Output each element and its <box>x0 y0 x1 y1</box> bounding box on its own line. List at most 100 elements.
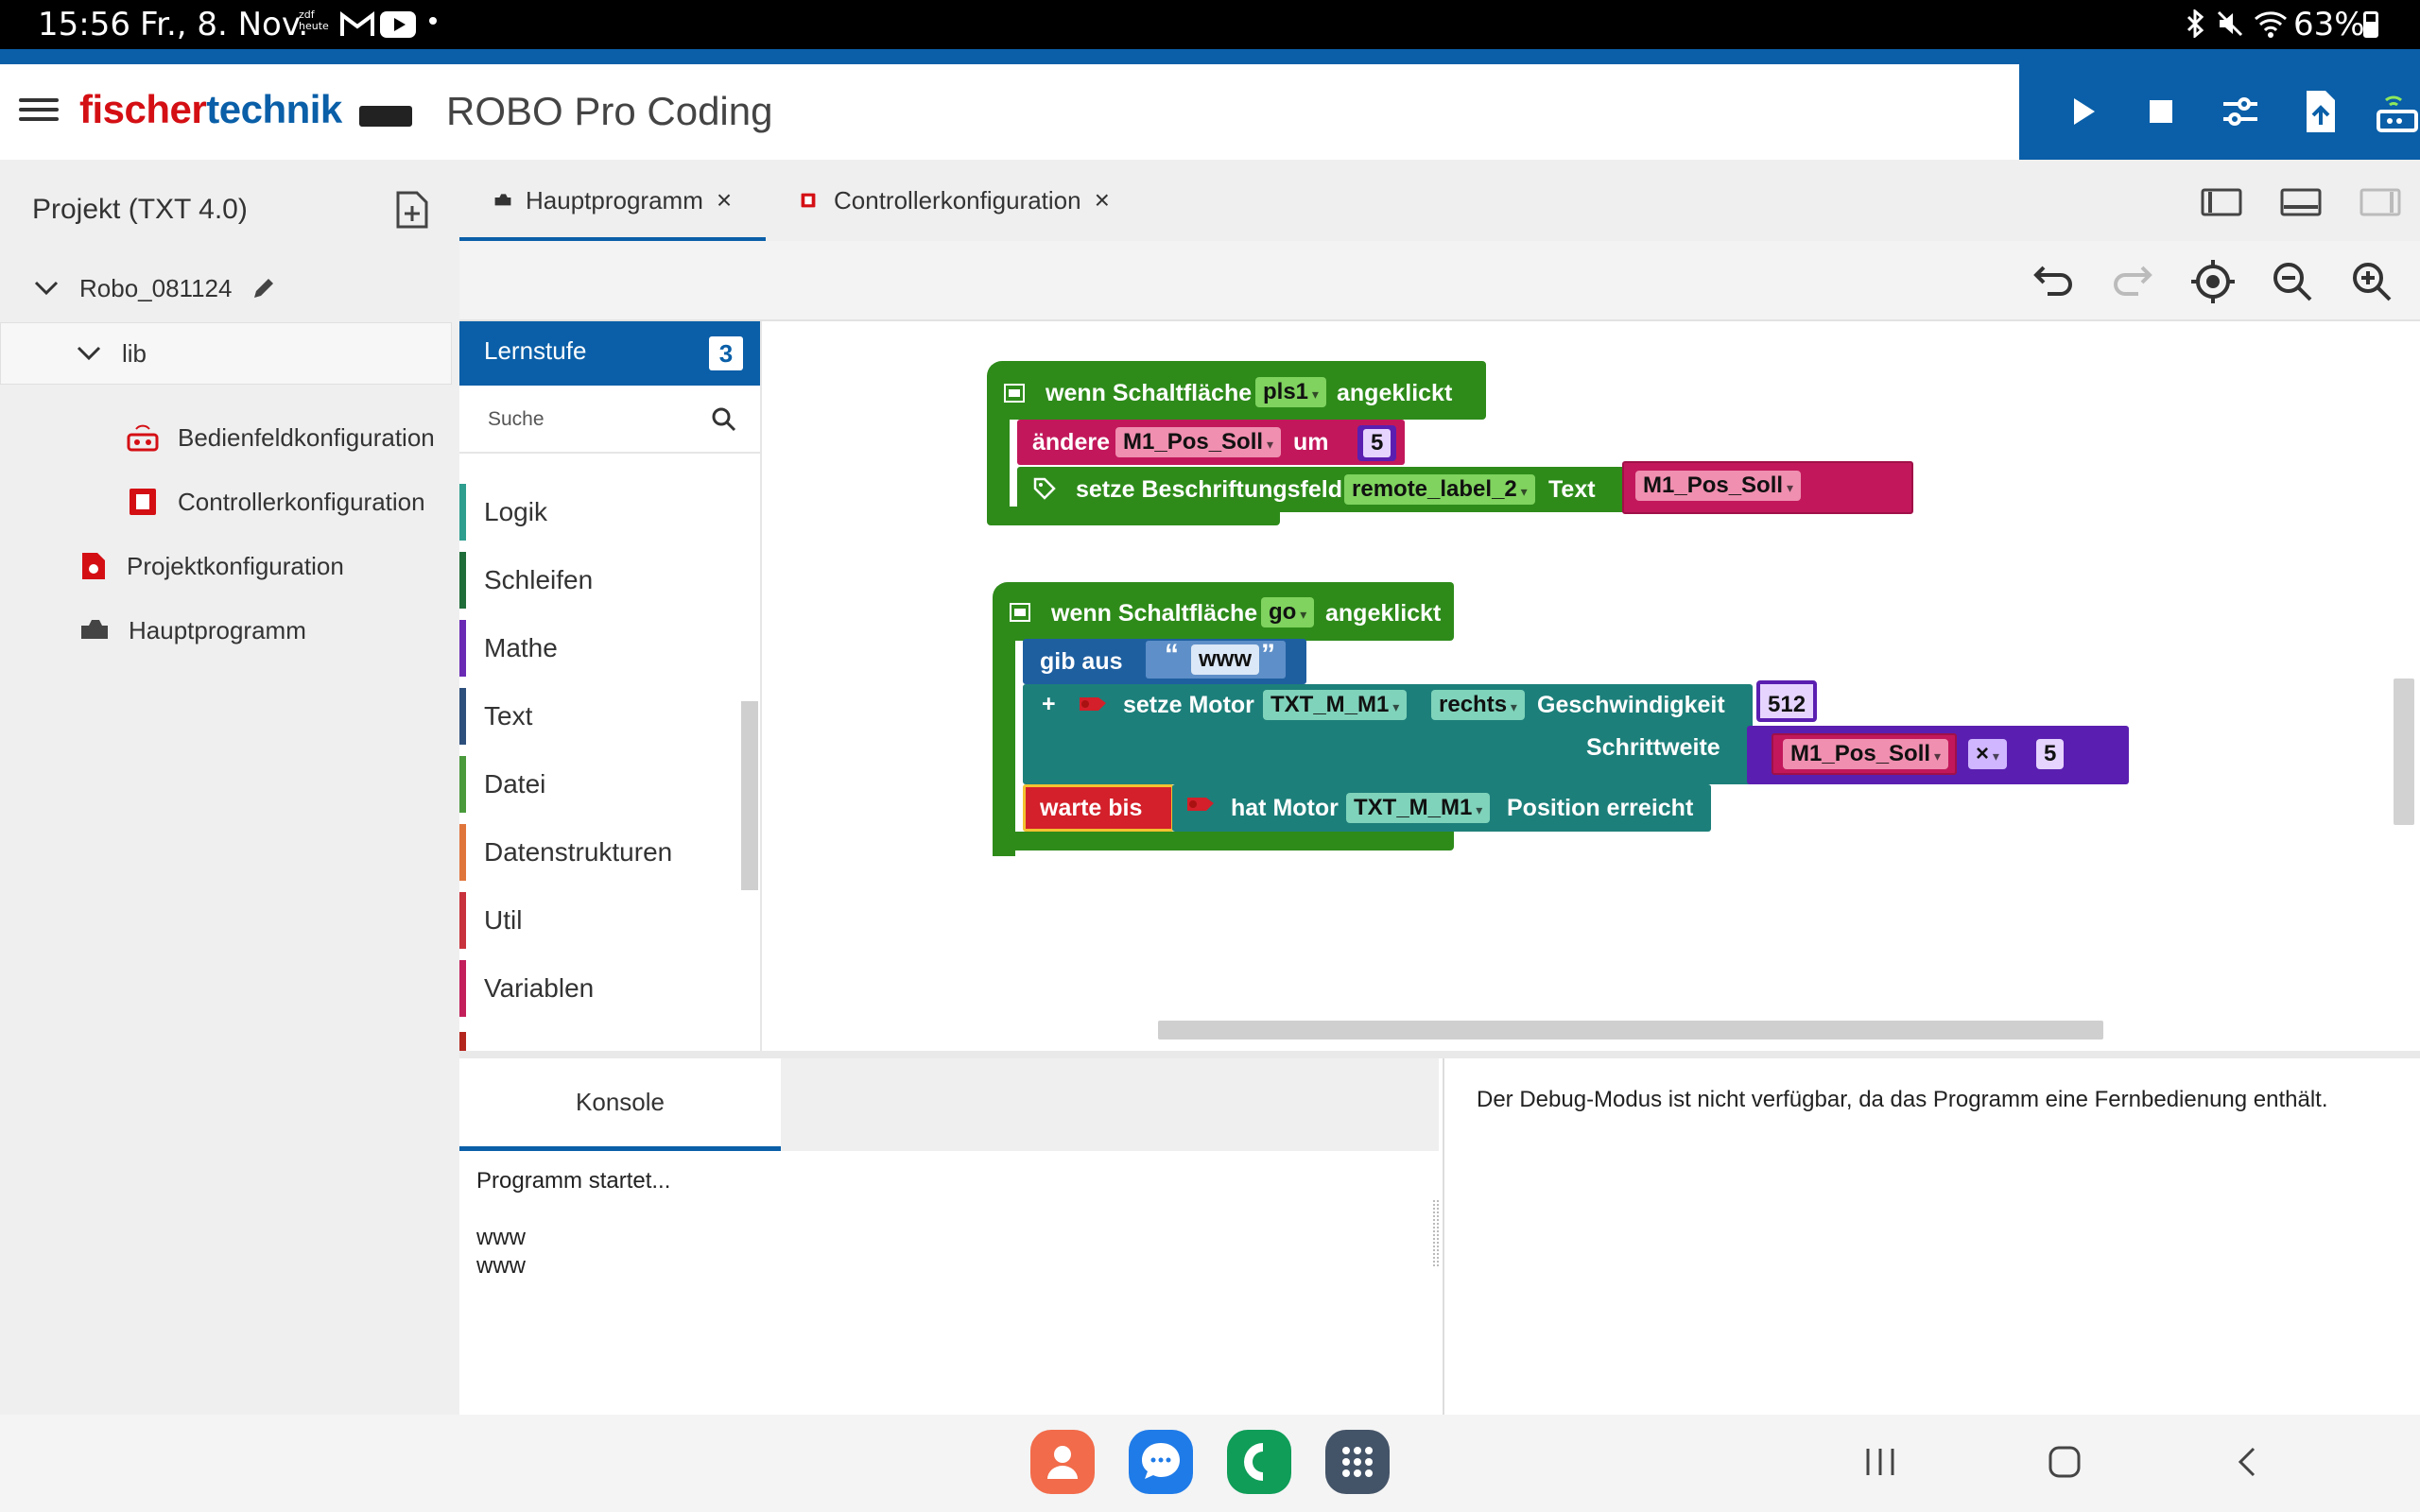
tree-item-hauptprogramm[interactable]: Hauptprogramm <box>79 604 306 657</box>
project-title: Projekt (TXT 4.0) <box>32 194 248 225</box>
block-label: setze Motor <box>1123 692 1254 718</box>
tree-label: Bedienfeldkonfiguration <box>178 422 435 452</box>
zoom-in-icon[interactable] <box>2350 260 2394 303</box>
number-block[interactable]: 5 <box>1357 425 1397 461</box>
motor-dropdown[interactable]: TXT_M_M1 ▾ <box>1346 793 1491 823</box>
edit-pencil-icon[interactable] <box>251 275 277 301</box>
category-datenstrukturen[interactable]: Datenstrukturen <box>459 824 743 881</box>
dropdown-arrow-icon: ▾ <box>1930 748 1941 764</box>
tab-controllerkonfiguration[interactable]: Controllerkonfiguration × <box>800 160 1110 241</box>
category-label: Datei <box>484 769 546 799</box>
factor-number[interactable]: 5 <box>2036 739 2065 769</box>
operator-dropdown[interactable]: × ▾ <box>1968 739 2007 769</box>
category-label: Logik <box>484 497 547 526</box>
category-logik[interactable]: Logik <box>459 484 743 541</box>
tree-item-lib[interactable]: lib <box>0 322 452 385</box>
search-icon[interactable] <box>711 406 737 433</box>
dropdown-arrow-icon: ▾ <box>1389 699 1400 714</box>
button-dropdown[interactable]: go ▾ <box>1261 597 1315 627</box>
recents-icon[interactable] <box>1864 1445 1896 1479</box>
layout-left-icon[interactable] <box>2201 188 2242 216</box>
motor-icon <box>1080 697 1106 711</box>
home-icon[interactable] <box>2048 1445 2082 1479</box>
variable-dropdown[interactable]: M1_Pos_Soll ▾ <box>1115 427 1281 457</box>
program-icon <box>81 620 108 639</box>
lernstufe-header[interactable]: Lernstufe 3 <box>459 321 760 386</box>
search-input[interactable]: Suche <box>488 408 544 431</box>
block-label: Position erreicht <box>1507 795 1694 821</box>
chevron-down-icon <box>77 346 101 361</box>
tree-item-robo[interactable]: Robo_081124 <box>32 262 277 315</box>
contacts-icon[interactable] <box>1030 1430 1095 1494</box>
toolbox-scrollbar[interactable] <box>741 701 758 890</box>
center-target-icon[interactable] <box>2189 258 2237 305</box>
panel-splitter-handle[interactable] <box>1433 1200 1439 1266</box>
number-value[interactable]: 5 <box>1363 429 1392 457</box>
settings-sliders-icon[interactable] <box>2214 85 2267 138</box>
category-variablen[interactable]: Variablen <box>459 960 743 1017</box>
debug-panel: Der Debug-Modus ist nicht verfügbar, da … <box>1443 1058 2420 1415</box>
tab-label: Hauptprogramm <box>526 185 703 215</box>
tab-label: Controllerkonfiguration <box>834 185 1081 215</box>
speed-number[interactable]: 512 <box>1756 680 1818 722</box>
block-label: Geschwindigkeit <box>1537 692 1725 718</box>
lernstufe-value-badge[interactable]: 3 <box>709 336 743 370</box>
label-field-dropdown[interactable]: remote_label_2 ▾ <box>1344 474 1535 505</box>
block-workspace[interactable]: wenn Schaltfläche pls1 ▾ angeklickt ände… <box>764 321 2420 1051</box>
category-color-bar <box>459 892 466 949</box>
category-label: Text <box>484 701 533 730</box>
menu-icon[interactable] <box>19 93 59 132</box>
category-text[interactable]: Text <box>459 688 743 745</box>
toolbox-search[interactable]: Suche <box>459 386 760 454</box>
dropdown-arrow-icon: ▾ <box>1516 484 1528 499</box>
controller-connect-icon[interactable] <box>2371 85 2420 138</box>
add-file-icon[interactable] <box>395 190 429 230</box>
block-label: um <box>1293 429 1329 455</box>
apps-grid-icon[interactable] <box>1325 1430 1390 1494</box>
tree-item-bedienfeld[interactable]: Bedienfeldkonfiguration <box>127 411 435 464</box>
category-schleifen[interactable]: Schleifen <box>459 552 743 609</box>
category-datei[interactable]: Datei <box>459 756 743 813</box>
category-color-bar <box>459 620 466 677</box>
close-icon[interactable]: × <box>1095 185 1110 215</box>
undo-icon[interactable] <box>2031 260 2076 301</box>
console-panel: Konsole Programm startet... www www <box>459 1058 1439 1415</box>
stop-icon[interactable] <box>2135 85 2187 138</box>
category-util[interactable]: Util <box>459 892 743 949</box>
panel-resize-handle[interactable] <box>459 1051 2420 1058</box>
tab-label: Konsole <box>576 1088 665 1116</box>
button-dropdown[interactable]: pls1 ▾ <box>1255 377 1326 407</box>
console-line: www <box>476 1225 526 1250</box>
workspace-vertical-scrollbar[interactable] <box>2394 679 2414 825</box>
battery-percent: 63% <box>2293 6 2365 43</box>
console-tab-bar: Konsole <box>459 1058 1439 1151</box>
category-mathe[interactable]: Mathe <box>459 620 743 677</box>
text-value[interactable]: www <box>1191 644 1260 675</box>
editor-tab-bar: Hauptprogramm × Controllerkonfiguration … <box>459 160 2420 241</box>
motor-dropdown[interactable]: TXT_M_M1 ▾ <box>1263 690 1408 720</box>
tab-hauptprogramm[interactable]: Hauptprogramm × <box>493 160 732 241</box>
back-icon[interactable] <box>2235 1445 2259 1479</box>
phone-icon[interactable] <box>1227 1430 1291 1494</box>
tree-item-projektkonfiguration[interactable]: Projektkonfiguration <box>79 540 344 593</box>
category-label: Schleifen <box>484 565 594 594</box>
tab-konsole[interactable]: Konsole <box>459 1058 781 1151</box>
project-sidebar: Projekt (TXT 4.0) Robo_081124 lib Bedien… <box>0 160 459 1415</box>
messages-icon[interactable] <box>1129 1430 1193 1494</box>
category-label: Util <box>484 905 523 935</box>
event-badge-icon <box>1004 384 1025 403</box>
close-icon[interactable]: × <box>717 185 732 215</box>
direction-dropdown[interactable]: rechts ▾ <box>1431 690 1525 720</box>
tree-item-controller[interactable]: Controllerkonfiguration <box>127 475 425 528</box>
workspace-horizontal-scrollbar[interactable] <box>1158 1021 2103 1040</box>
redo-icon[interactable] <box>2110 260 2155 301</box>
controller-icon <box>801 193 816 208</box>
zoom-out-icon[interactable] <box>2271 260 2314 303</box>
play-icon[interactable] <box>2057 85 2110 138</box>
layout-right-icon[interactable] <box>2360 188 2401 216</box>
expand-plus-icon[interactable]: + <box>1042 690 1056 718</box>
variable-dropdown[interactable]: M1_Pos_Soll ▾ <box>1635 471 1801 501</box>
upload-icon[interactable] <box>2293 85 2346 138</box>
layout-bottom-icon[interactable] <box>2280 188 2322 216</box>
variable-dropdown[interactable]: M1_Pos_Soll ▾ <box>1783 739 1948 769</box>
